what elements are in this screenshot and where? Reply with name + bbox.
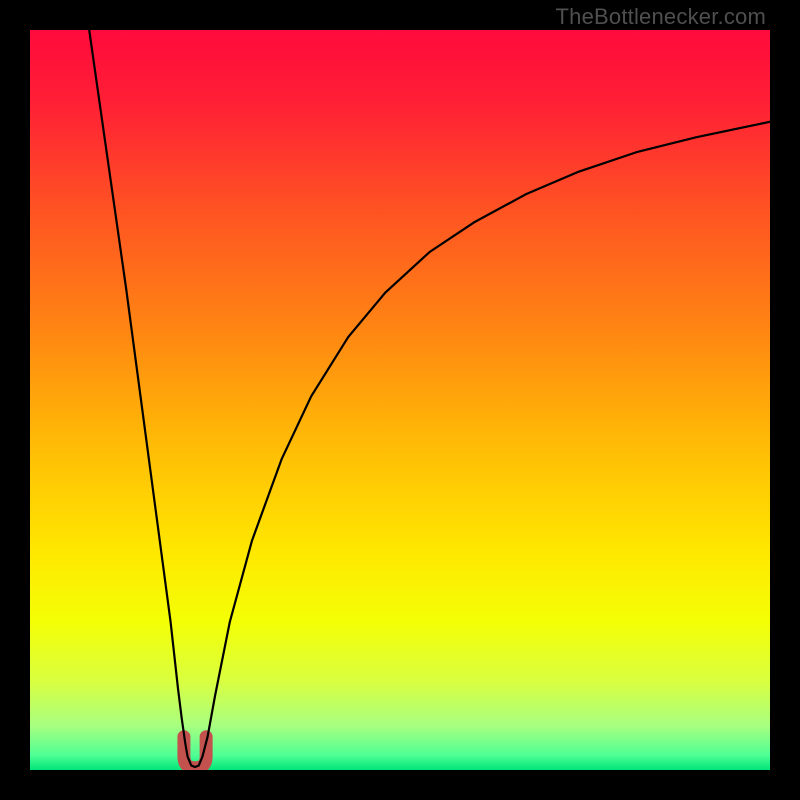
plot-area: [30, 30, 770, 770]
bottleneck-curve: [30, 30, 770, 770]
watermark-text: TheBottlenecker.com: [556, 4, 766, 30]
chart-frame: TheBottlenecker.com: [0, 0, 800, 800]
curve-path: [89, 30, 770, 767]
